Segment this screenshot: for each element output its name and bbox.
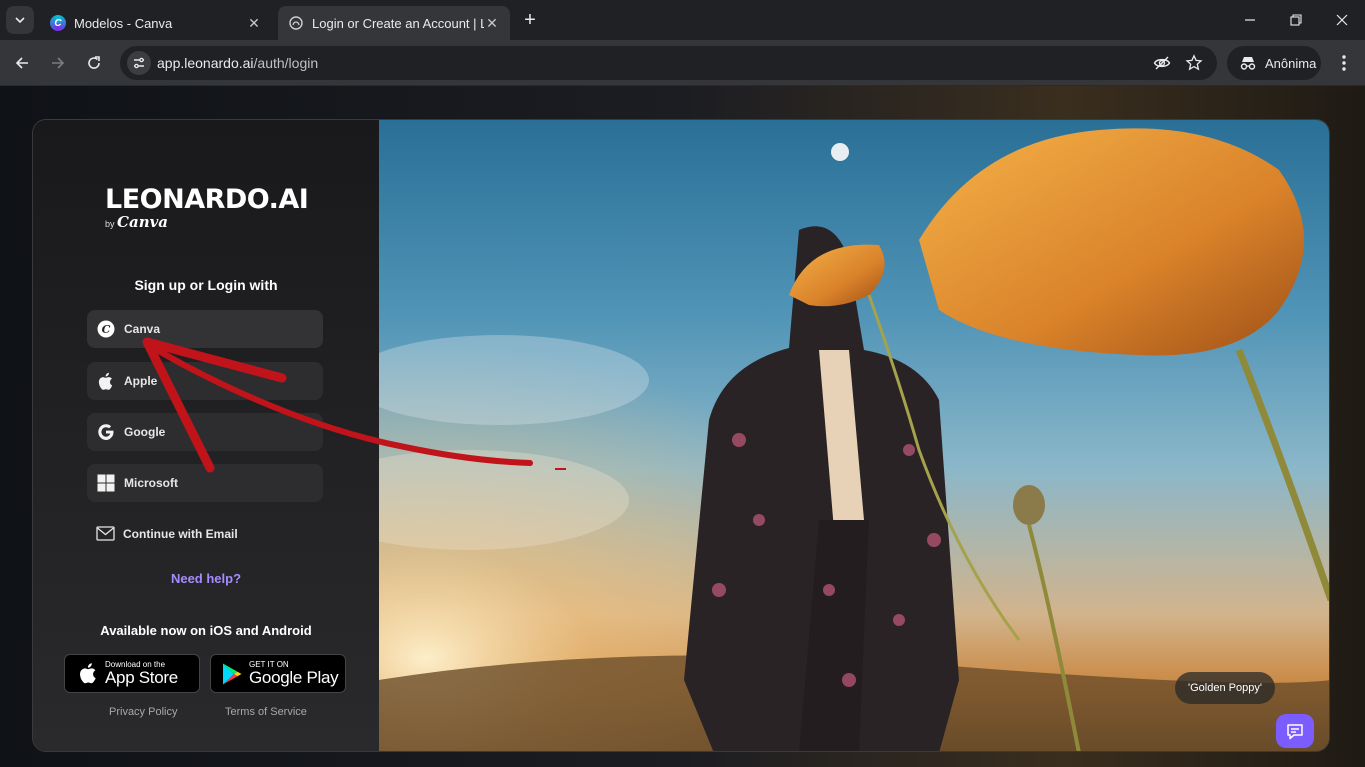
tab-leonardo[interactable]: Login or Create an Account | Leonardo.AI…	[278, 6, 510, 40]
close-icon	[1336, 14, 1348, 26]
tab-title: Modelos - Canva	[74, 15, 173, 31]
chat-support-button[interactable]	[1276, 714, 1314, 748]
more-vertical-icon	[1342, 55, 1346, 71]
profile-label: Anônima	[1265, 55, 1317, 71]
eye-off-icon[interactable]	[1153, 54, 1171, 77]
tab-search-button[interactable]	[6, 6, 34, 34]
close-icon[interactable]: ✕	[246, 15, 262, 31]
incognito-profile-button[interactable]: Anônima	[1227, 46, 1321, 80]
url-text: app.leonardo.ai/auth/login	[157, 55, 318, 71]
browser-menu-button[interactable]	[1332, 49, 1356, 77]
red-arrow-annotation	[142, 337, 566, 473]
browser-toolbar: app.leonardo.ai/auth/login Anônima	[0, 40, 1365, 86]
arrow-left-icon	[15, 57, 28, 69]
restore-icon	[1290, 14, 1302, 26]
url-host: app.leonardo.ai	[157, 55, 254, 71]
back-button[interactable]	[8, 49, 36, 77]
page-content: LEONARDO.AI by Canva Sign up or Login wi…	[0, 86, 1365, 767]
new-tab-button[interactable]: +	[519, 9, 541, 31]
tab-canva[interactable]: C Modelos - Canva ✕	[40, 6, 272, 40]
reload-icon	[88, 56, 100, 69]
browser-tab-bar: C Modelos - Canva ✕ Login or Create an A…	[0, 0, 1365, 40]
arrow-right-icon	[52, 57, 65, 69]
reload-button[interactable]	[80, 49, 108, 77]
minimize-icon	[1245, 19, 1255, 21]
chevron-down-icon	[15, 17, 25, 24]
restore-button[interactable]	[1273, 0, 1319, 40]
chat-icon	[1287, 723, 1303, 739]
close-window-button[interactable]	[1319, 0, 1365, 40]
site-info-icon[interactable]	[127, 51, 151, 75]
canva-favicon-icon: C	[50, 15, 66, 31]
image-caption: 'Golden Poppy'	[1175, 672, 1275, 704]
tab-title: Login or Create an Account | Leonardo.AI	[312, 15, 484, 31]
leonardo-favicon-icon	[288, 15, 304, 31]
address-bar[interactable]: app.leonardo.ai/auth/login	[120, 46, 1217, 80]
url-path: /auth/login	[253, 55, 319, 71]
close-icon[interactable]: ✕	[484, 15, 500, 31]
minimize-button[interactable]	[1227, 0, 1273, 40]
forward-button[interactable]	[44, 49, 72, 77]
incognito-icon	[1240, 57, 1256, 70]
star-icon[interactable]	[1185, 54, 1203, 77]
